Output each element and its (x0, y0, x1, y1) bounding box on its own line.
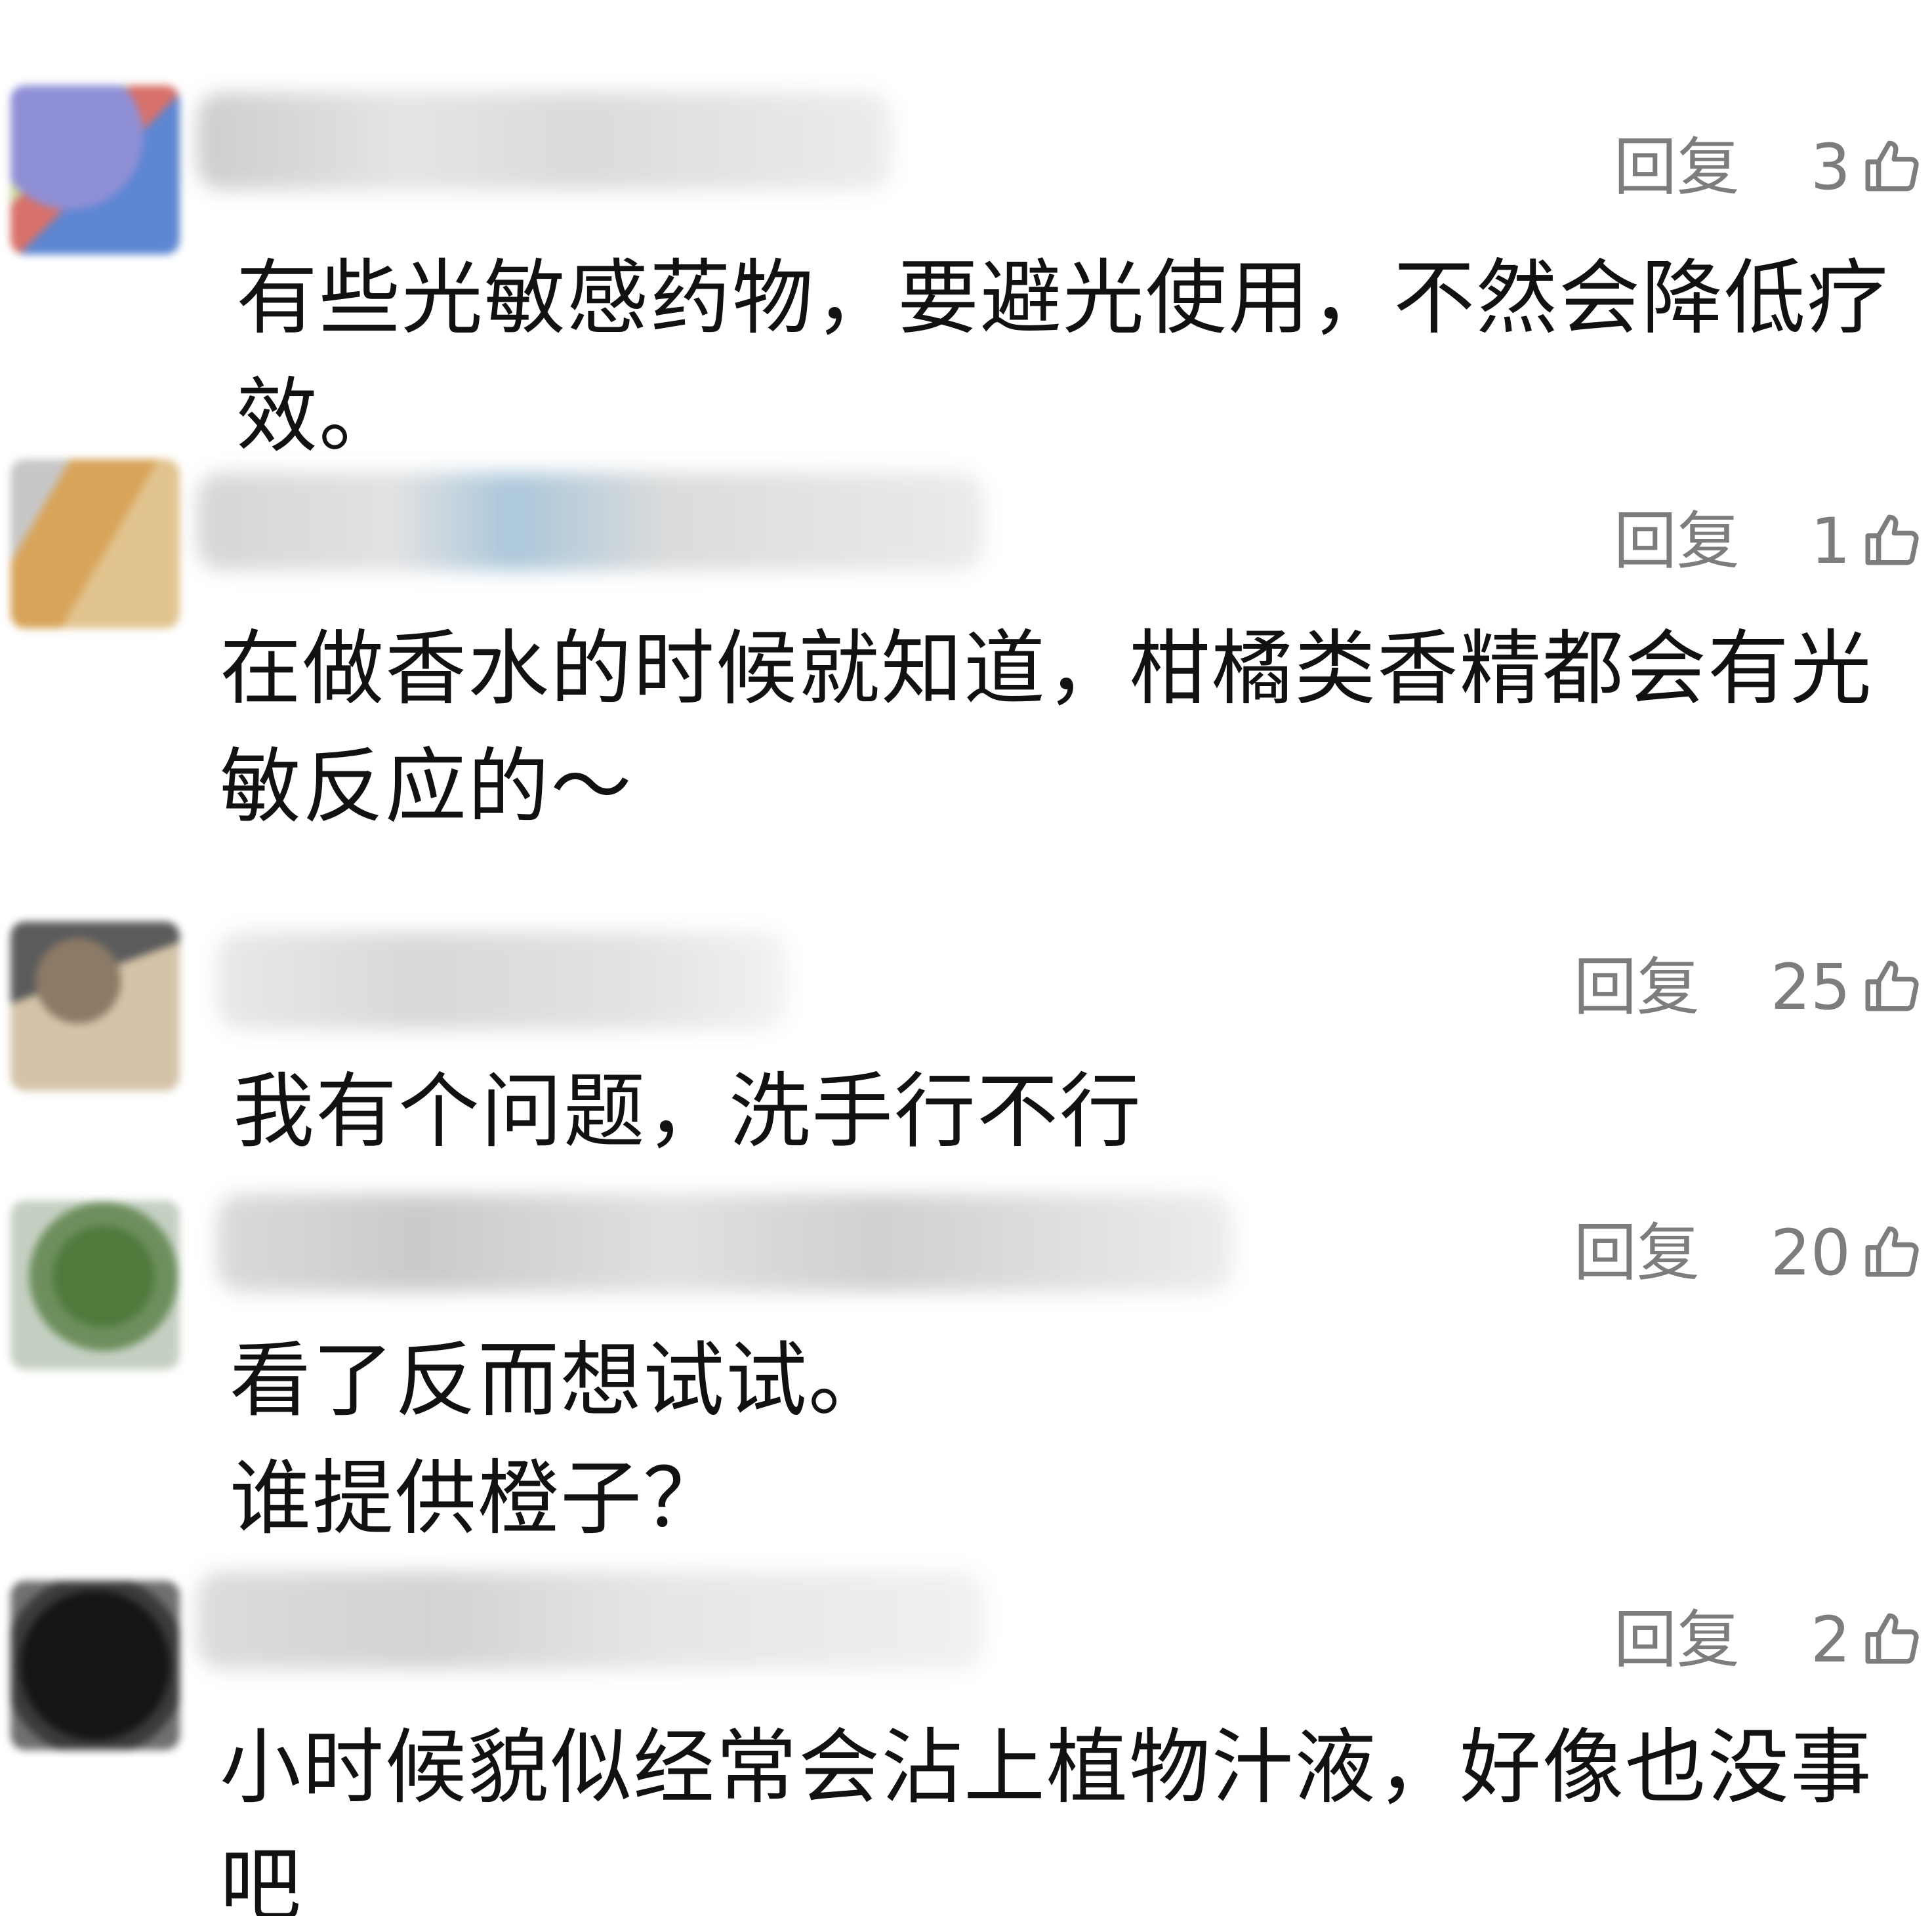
like-button[interactable]: 2 (1811, 1608, 1924, 1672)
reply-button[interactable]: 回复 (1614, 136, 1740, 199)
like-count: 25 (1770, 950, 1851, 1024)
thumbs-up-outline-icon (1865, 1226, 1919, 1277)
comment-actions: 回复 3 (1614, 131, 1924, 203)
reply-button[interactable]: 回复 (1574, 1221, 1700, 1284)
thumbs-up-outline-icon (1865, 514, 1919, 565)
comment-text: 我有个问题，洗手行不行 (233, 1065, 1143, 1159)
avatar[interactable] (10, 459, 180, 628)
comment-actions: 回复 20 (1574, 1217, 1924, 1289)
avatar[interactable] (10, 85, 180, 255)
username-blurred[interactable] (216, 1194, 1233, 1292)
like-button[interactable]: 20 (1771, 1221, 1924, 1285)
like-count: 1 (1810, 504, 1851, 578)
like-count: 3 (1810, 131, 1851, 204)
comment-text: 看了反而想试试。 谁提供橙子？ (230, 1334, 892, 1546)
comment-text: 有些光敏感药物，要避光使用，不然会降低疗效。 (236, 251, 1890, 464)
like-button[interactable]: 1 (1811, 509, 1924, 573)
comment-text: 小时候貌似经常会沾上植物汁液，好像也没事吧 (220, 1721, 1874, 1916)
username-blurred[interactable] (197, 472, 984, 571)
thumbs-up-outline-icon (1865, 960, 1919, 1011)
comment-actions: 回复 25 (1574, 951, 1924, 1023)
like-count: 20 (1770, 1216, 1851, 1290)
comment-actions: 回复 2 (1614, 1604, 1924, 1676)
comment-text: 在做香水的时候就知道，柑橘类香精都会有光敏反应的～ (220, 622, 1874, 834)
reply-button[interactable]: 回复 (1614, 510, 1740, 573)
reply-button[interactable]: 回复 (1574, 956, 1700, 1019)
username-blurred[interactable] (216, 931, 787, 1030)
comment-actions: 回复 1 (1614, 505, 1924, 577)
like-button[interactable]: 25 (1771, 955, 1924, 1019)
username-blurred[interactable] (197, 1571, 984, 1669)
avatar[interactable] (10, 1200, 180, 1370)
like-count: 2 (1810, 1603, 1851, 1677)
like-button[interactable]: 3 (1811, 135, 1924, 199)
reply-button[interactable]: 回复 (1614, 1608, 1740, 1671)
avatar[interactable] (10, 1581, 180, 1750)
thumbs-up-outline-icon (1865, 1613, 1919, 1664)
thumbs-up-outline-icon (1865, 140, 1919, 192)
username-blurred[interactable] (197, 92, 892, 190)
avatar[interactable] (10, 922, 180, 1091)
